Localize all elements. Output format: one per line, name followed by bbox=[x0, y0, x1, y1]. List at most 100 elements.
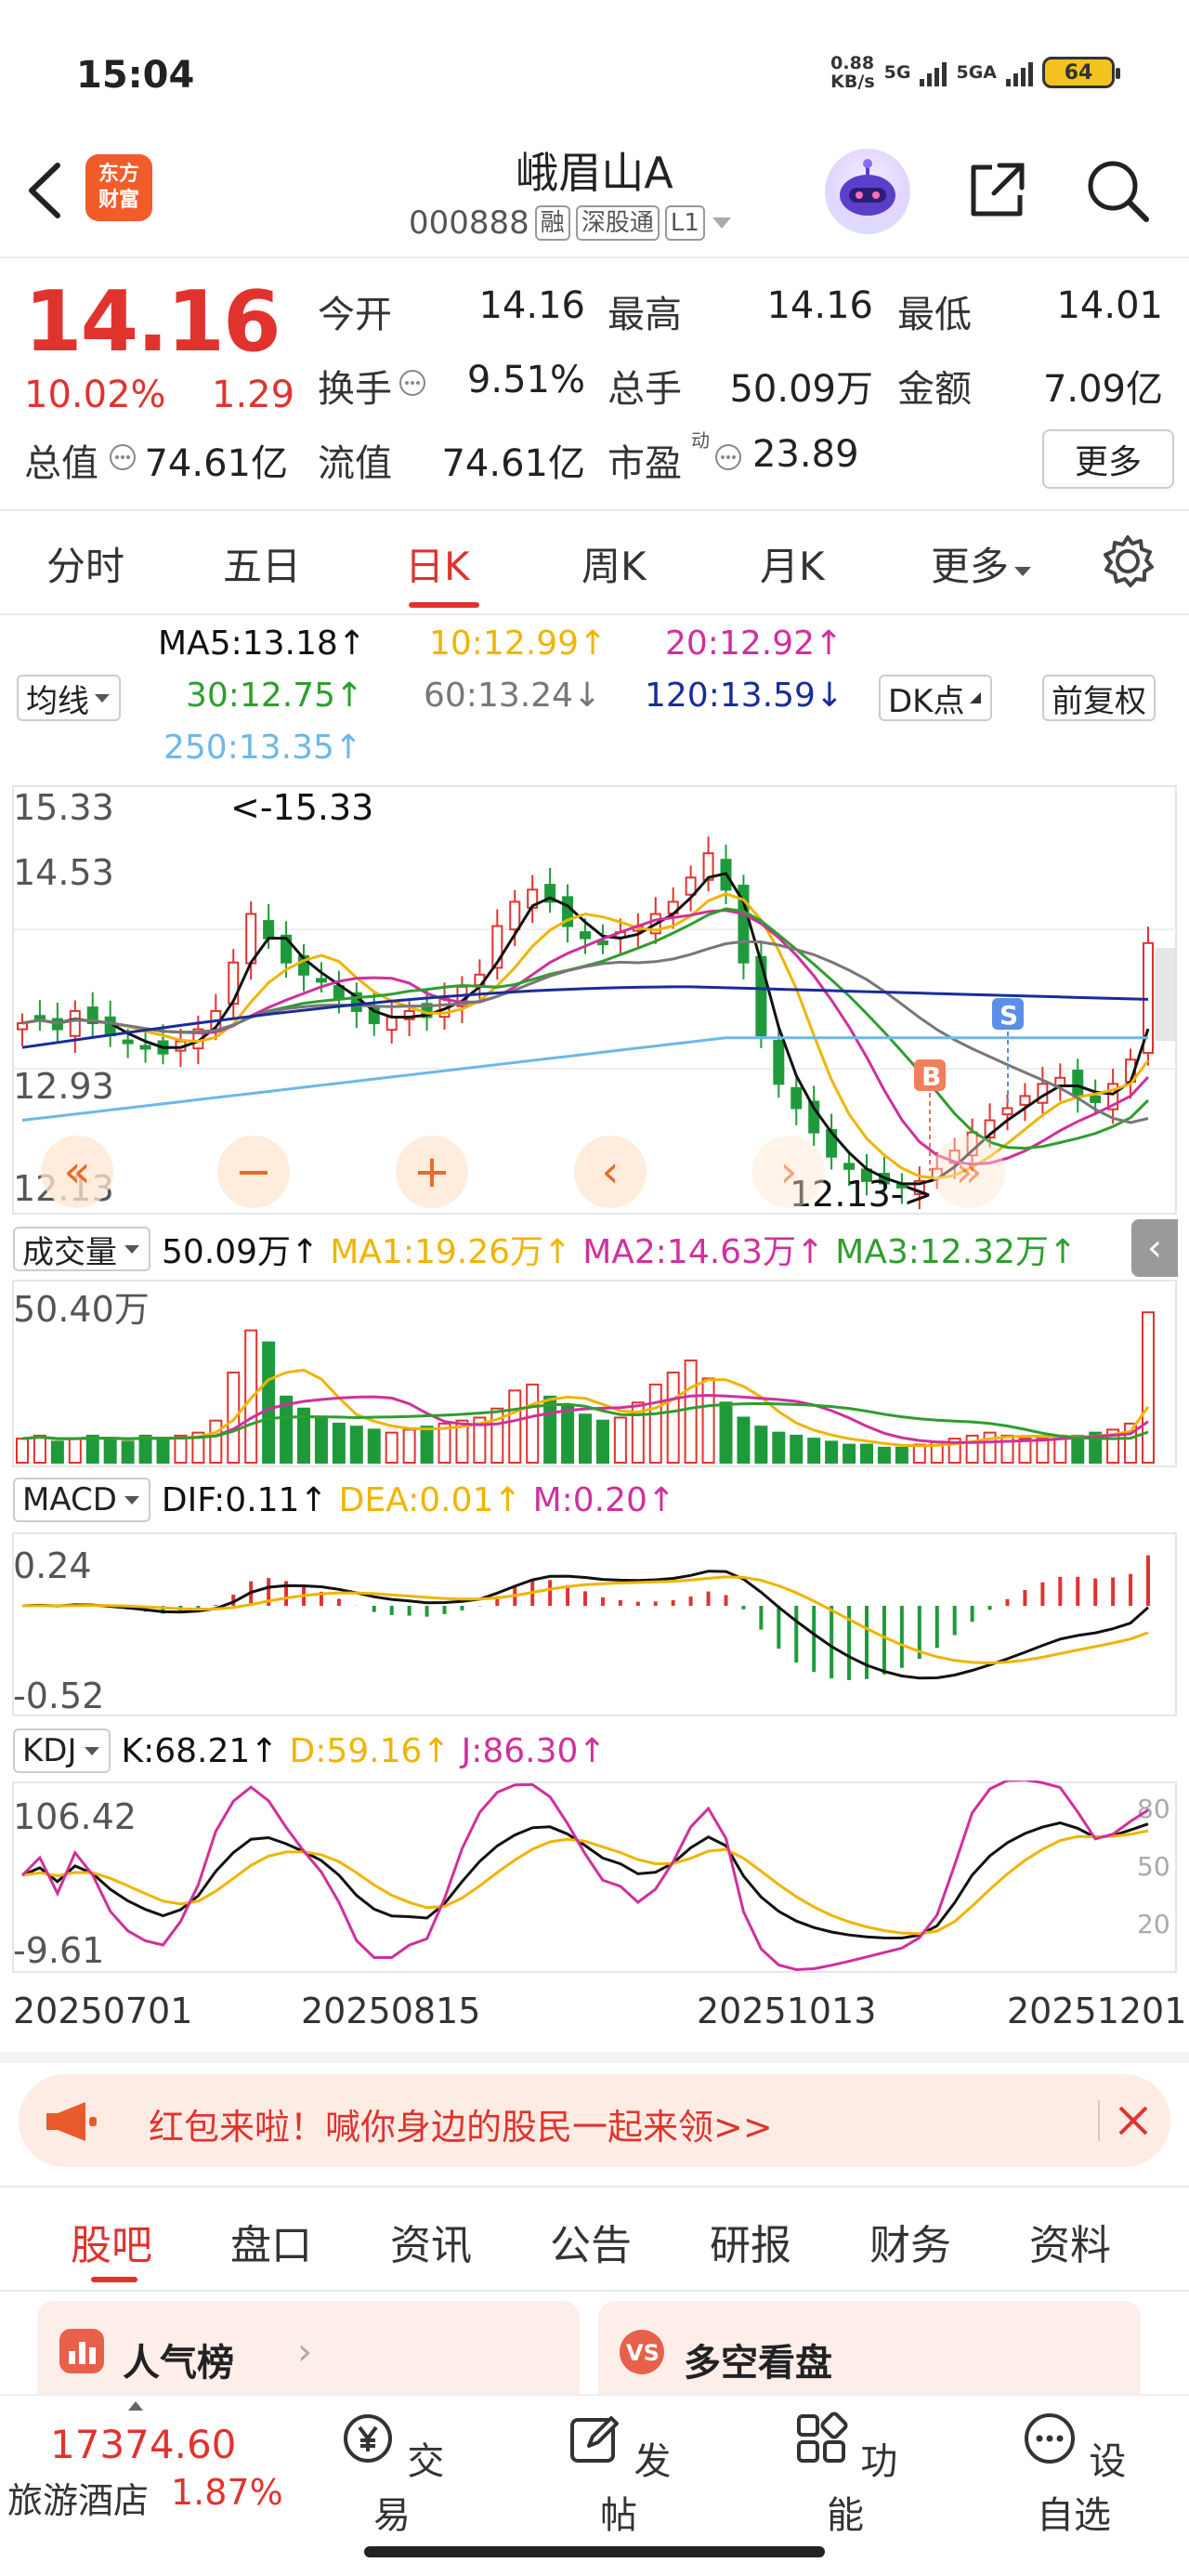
tab-daily-k[interactable]: 日K bbox=[405, 535, 470, 592]
nav-functions[interactable]: 功能 bbox=[780, 2411, 910, 2539]
more-dots-icon bbox=[1024, 2413, 1075, 2464]
y-tick-top: 15.33 bbox=[13, 787, 114, 828]
signal-icon bbox=[920, 59, 947, 86]
macd-selector[interactable]: MACD bbox=[13, 1478, 150, 1522]
scroll-right-button[interactable]: › bbox=[752, 1136, 825, 1208]
volume-selector[interactable]: 成交量 bbox=[13, 1227, 150, 1271]
yen-exchange-icon bbox=[343, 2414, 392, 2463]
tab-intraday[interactable]: 分时 bbox=[46, 535, 124, 592]
svg-text:S: S bbox=[1000, 1000, 1018, 1031]
ma120-value: 120:13.59↓ bbox=[645, 677, 844, 715]
volume-bar bbox=[314, 1416, 328, 1464]
x-tick-4: 20251201 bbox=[1007, 1991, 1187, 2031]
macd-y-tick-top: 0.24 bbox=[13, 1545, 92, 1586]
volume-bar bbox=[1142, 1311, 1155, 1464]
volume-value: 50.09万↑ bbox=[162, 1233, 320, 1271]
nav-post[interactable]: 发帖 bbox=[554, 2411, 684, 2539]
tab-announcements[interactable]: 公告 bbox=[550, 2212, 632, 2271]
close-icon[interactable] bbox=[1115, 2102, 1152, 2139]
volume-bar bbox=[648, 1383, 662, 1464]
tab-weekly-k[interactable]: 周K bbox=[581, 535, 647, 592]
volume-bar bbox=[790, 1434, 804, 1464]
tab-finance[interactable]: 财务 bbox=[869, 2212, 951, 2271]
kdj-j-line bbox=[20, 1781, 1149, 1972]
tab-news[interactable]: 资讯 bbox=[390, 2212, 472, 2271]
collapse-panel-icon[interactable]: ‹ bbox=[1131, 1219, 1178, 1277]
tab-research[interactable]: 研报 bbox=[710, 2212, 791, 2271]
volume-bar bbox=[156, 1438, 170, 1464]
ma10-value: 10:12.99↑ bbox=[429, 624, 608, 663]
header-divider bbox=[0, 256, 1189, 258]
macd-dea-line bbox=[21, 1575, 1149, 1665]
value-open: 14.16 bbox=[478, 284, 585, 327]
volume-ma3: MA3:12.32万↑ bbox=[835, 1233, 1078, 1271]
red-packet-banner[interactable]: 红包来啦！喊你身边的股民一起来领>> bbox=[19, 2074, 1170, 2167]
zoom-in-button[interactable]: + bbox=[396, 1136, 468, 1208]
volume-bar bbox=[332, 1422, 346, 1465]
volume-chart[interactable]: 50.40万 bbox=[0, 1279, 1189, 1470]
section-divider bbox=[0, 2052, 1189, 2063]
info-icon[interactable] bbox=[108, 442, 137, 472]
volume-bar bbox=[860, 1443, 873, 1464]
candle-body bbox=[1090, 1095, 1102, 1103]
settings-gear-icon[interactable] bbox=[1100, 533, 1156, 589]
chevron-right-icon: › bbox=[297, 2331, 312, 2373]
volume-legend: 成交量 50.09万↑ MA1:19.26万↑ MA2:14.63万↑ MA3:… bbox=[13, 1225, 1077, 1273]
tab-monthly-k[interactable]: 月K bbox=[760, 535, 825, 592]
signal-label-2: 5GA bbox=[956, 62, 997, 83]
volume-bar bbox=[1071, 1434, 1085, 1464]
index-ticker[interactable]: 17374.60 旅游酒店 1.87% bbox=[0, 2396, 297, 2563]
rewind-button[interactable]: « bbox=[41, 1136, 113, 1208]
robot-assistant-icon[interactable] bbox=[825, 149, 910, 234]
label-high: 最高 bbox=[608, 294, 682, 336]
volume-bar bbox=[561, 1404, 575, 1465]
candle-body bbox=[509, 900, 521, 931]
macd-dea: DEA:0.01↑ bbox=[338, 1480, 522, 1519]
dk-point-button[interactable]: DK点 bbox=[879, 675, 993, 721]
candle-body bbox=[1019, 1095, 1031, 1106]
volume-bar bbox=[420, 1426, 434, 1464]
chart-scroll-handle[interactable] bbox=[1156, 948, 1176, 1041]
macd-chart[interactable]: 0.24 -0.52 bbox=[0, 1531, 1189, 1717]
candle-body bbox=[33, 1015, 46, 1020]
index-value: 17374.60 bbox=[50, 2422, 237, 2467]
tab-five-day[interactable]: 五日 bbox=[223, 535, 301, 592]
label-amount: 金额 bbox=[897, 368, 972, 411]
tab-guba[interactable]: 股吧 bbox=[71, 2212, 152, 2271]
info-icon[interactable] bbox=[398, 368, 427, 398]
search-icon[interactable] bbox=[1083, 156, 1152, 225]
share-icon[interactable] bbox=[964, 158, 1029, 223]
info-icon[interactable] bbox=[713, 442, 743, 472]
dropdown-triangle-icon[interactable] bbox=[711, 214, 733, 232]
volume-bar bbox=[349, 1426, 363, 1464]
kdj-selector[interactable]: KDJ bbox=[13, 1728, 111, 1773]
tab-order-book[interactable]: 盘口 bbox=[230, 2212, 312, 2271]
fast-forward-button[interactable]: » bbox=[933, 1136, 1005, 1208]
volume-bar bbox=[85, 1434, 99, 1464]
battery-level: 64 bbox=[1064, 60, 1093, 85]
label-low: 最低 bbox=[897, 294, 972, 336]
more-button[interactable]: 更多 bbox=[1042, 429, 1174, 489]
value-low: 14.01 bbox=[1056, 284, 1163, 327]
candle-body bbox=[790, 1086, 803, 1110]
adjust-button[interactable]: 前复权 bbox=[1042, 675, 1156, 721]
candle-body bbox=[1054, 1076, 1066, 1087]
sell-marker[interactable]: S bbox=[992, 998, 1024, 1106]
x-tick-2: 20250815 bbox=[301, 1991, 481, 2031]
kdj-chart[interactable]: 106.42 -9.61 80 50 20 bbox=[0, 1781, 1189, 1981]
volume-bar bbox=[1036, 1438, 1050, 1464]
tag-margin: 融 bbox=[534, 205, 570, 241]
volume-bar bbox=[526, 1383, 540, 1464]
nav-add-watchlist[interactable]: 设自选 bbox=[1009, 2411, 1139, 2539]
tab-profile[interactable]: 资料 bbox=[1029, 2212, 1111, 2271]
ma60-value: 60:13.24↓ bbox=[424, 677, 602, 715]
value-turnover: 9.51% bbox=[466, 359, 585, 401]
tab-more[interactable]: 更多 bbox=[931, 535, 1033, 592]
zoom-out-button[interactable]: − bbox=[217, 1136, 290, 1208]
banner-separator bbox=[1098, 2100, 1100, 2141]
nav-trade[interactable]: 交易 bbox=[327, 2411, 457, 2539]
scroll-left-button[interactable]: ‹ bbox=[574, 1136, 647, 1208]
ma-selector[interactable]: 均线 bbox=[17, 675, 121, 721]
kdj-y-tick-bottom: -9.61 bbox=[13, 1930, 104, 1971]
value-float-cap: 74.61亿 bbox=[441, 442, 585, 485]
